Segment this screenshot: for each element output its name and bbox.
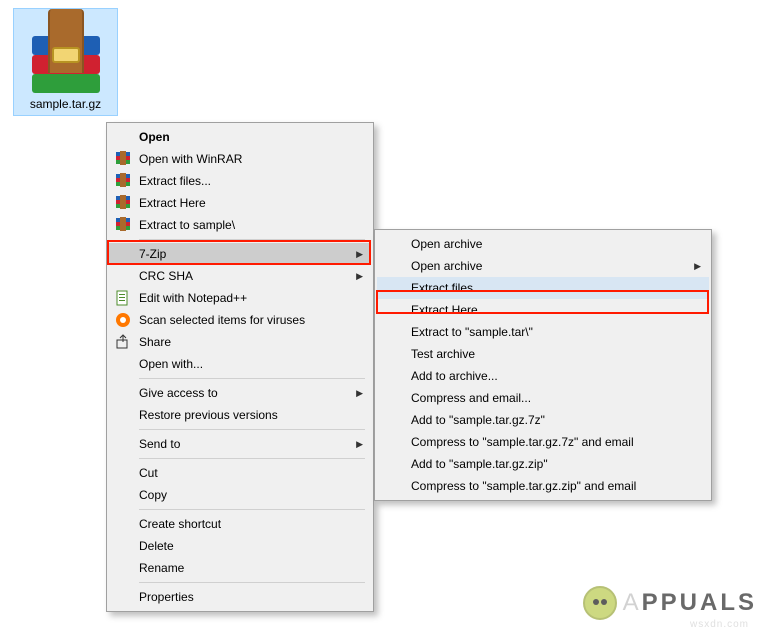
submenu-extract-files[interactable]: Extract files... xyxy=(377,277,709,299)
menu-give-access[interactable]: Give access to ▶ xyxy=(109,382,371,404)
menu-cut[interactable]: Cut xyxy=(109,462,371,484)
context-menu: Open Open with WinRAR Extract files... E… xyxy=(106,122,374,612)
separator xyxy=(139,239,365,240)
winrar-icon xyxy=(113,217,133,233)
menu-open-with[interactable]: Open with... xyxy=(109,353,371,375)
menu-create-shortcut[interactable]: Create shortcut xyxy=(109,513,371,535)
submenu-arrow-icon: ▶ xyxy=(691,261,701,272)
separator xyxy=(139,429,365,430)
menu-7zip[interactable]: 7-Zip ▶ xyxy=(109,243,371,265)
context-submenu-7zip: Open archive Open archive ▶ Extract file… xyxy=(374,229,712,501)
submenu-arrow-icon: ▶ xyxy=(353,249,363,260)
submenu-test-archive[interactable]: Test archive xyxy=(377,343,709,365)
winrar-icon xyxy=(113,151,133,167)
appuals-logo: APPUALS xyxy=(583,586,757,620)
submenu-add-7z[interactable]: Add to "sample.tar.gz.7z" xyxy=(377,409,709,431)
menu-extract-here[interactable]: Extract Here xyxy=(109,192,371,214)
submenu-add-to-archive[interactable]: Add to archive... xyxy=(377,365,709,387)
blank-icon xyxy=(113,385,133,401)
appuals-text: APPUALS xyxy=(623,589,757,617)
separator xyxy=(139,458,365,459)
blank-icon xyxy=(113,129,133,145)
submenu-extract-to[interactable]: Extract to "sample.tar\" xyxy=(377,321,709,343)
blank-icon xyxy=(113,560,133,576)
submenu-arrow-icon: ▶ xyxy=(353,271,363,282)
submenu-open-archive[interactable]: Open archive xyxy=(377,233,709,255)
menu-copy[interactable]: Copy xyxy=(109,484,371,506)
submenu-arrow-icon: ▶ xyxy=(353,388,363,399)
menu-open-winrar[interactable]: Open with WinRAR xyxy=(109,148,371,170)
separator xyxy=(139,509,365,510)
blank-icon xyxy=(113,268,133,284)
menu-scan-viruses[interactable]: Scan selected items for viruses xyxy=(109,309,371,331)
separator xyxy=(139,582,365,583)
file-item[interactable]: sample.tar.gz xyxy=(13,8,118,116)
watermark-url: wsxdn.com xyxy=(690,619,749,630)
notepadpp-icon xyxy=(113,290,133,306)
blank-icon xyxy=(113,487,133,503)
separator xyxy=(139,378,365,379)
menu-properties[interactable]: Properties xyxy=(109,586,371,608)
menu-crc-sha[interactable]: CRC SHA ▶ xyxy=(109,265,371,287)
blank-icon xyxy=(113,516,133,532)
menu-send-to[interactable]: Send to ▶ xyxy=(109,433,371,455)
submenu-add-zip[interactable]: Add to "sample.tar.gz.zip" xyxy=(377,453,709,475)
blank-icon xyxy=(113,589,133,605)
appuals-mascot-icon xyxy=(583,586,617,620)
share-icon xyxy=(113,334,133,350)
submenu-compress-7z-email[interactable]: Compress to "sample.tar.gz.7z" and email xyxy=(377,431,709,453)
blank-icon xyxy=(113,465,133,481)
menu-rename[interactable]: Rename xyxy=(109,557,371,579)
submenu-open-archive-alt[interactable]: Open archive ▶ xyxy=(377,255,709,277)
winrar-icon xyxy=(113,195,133,211)
submenu-compress-email[interactable]: Compress and email... xyxy=(377,387,709,409)
menu-open[interactable]: Open xyxy=(109,126,371,148)
submenu-extract-here[interactable]: Extract Here xyxy=(377,299,709,321)
blank-icon xyxy=(113,407,133,423)
submenu-compress-zip-email[interactable]: Compress to "sample.tar.gz.zip" and emai… xyxy=(377,475,709,497)
blank-icon xyxy=(113,356,133,372)
blank-icon xyxy=(113,538,133,554)
winrar-archive-icon xyxy=(26,13,106,93)
menu-extract-to-folder[interactable]: Extract to sample\ xyxy=(109,214,371,236)
menu-delete[interactable]: Delete xyxy=(109,535,371,557)
menu-share[interactable]: Share xyxy=(109,331,371,353)
blank-icon xyxy=(113,246,133,262)
winrar-icon xyxy=(113,173,133,189)
file-name-label: sample.tar.gz xyxy=(16,97,115,111)
menu-edit-notepadpp[interactable]: Edit with Notepad++ xyxy=(109,287,371,309)
avast-icon xyxy=(113,312,133,328)
menu-restore-previous[interactable]: Restore previous versions xyxy=(109,404,371,426)
blank-icon xyxy=(113,436,133,452)
submenu-arrow-icon: ▶ xyxy=(353,439,363,450)
menu-extract-files[interactable]: Extract files... xyxy=(109,170,371,192)
